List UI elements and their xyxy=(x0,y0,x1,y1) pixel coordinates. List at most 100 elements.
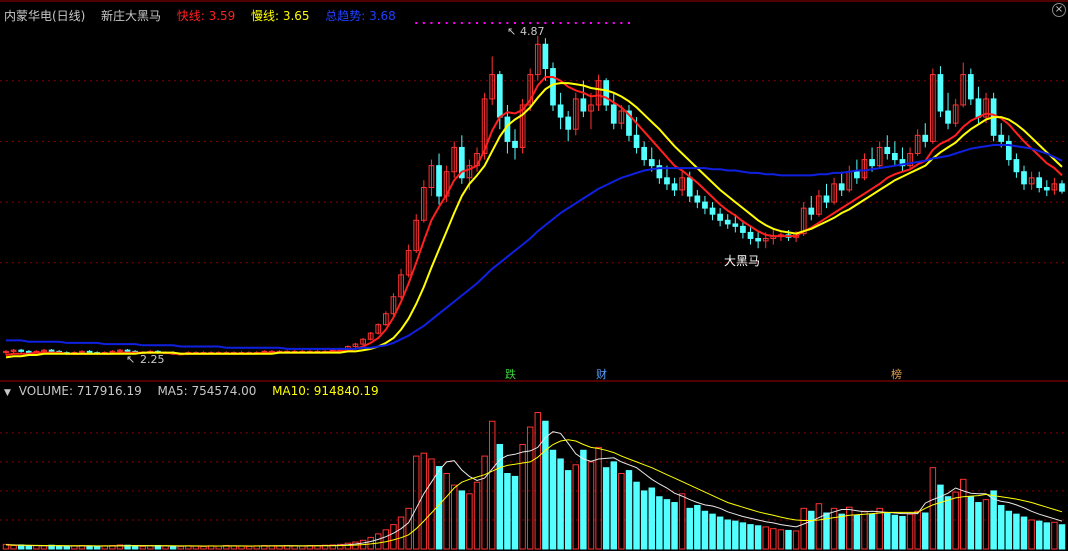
candle-down xyxy=(975,98,982,118)
volume-bar-down xyxy=(610,461,618,550)
candle-down xyxy=(671,183,678,191)
candle-down xyxy=(884,146,891,155)
volume-bar-down xyxy=(884,512,891,550)
volume-bar-down xyxy=(671,502,678,550)
volume-bar-down xyxy=(1035,520,1043,550)
candle-down xyxy=(747,231,754,239)
tag-cai[interactable]: 财 xyxy=(596,367,607,381)
volume-bar-down xyxy=(1013,513,1020,550)
signal-dot xyxy=(551,22,554,24)
candle-down xyxy=(1036,177,1043,189)
volume-bar-down xyxy=(853,514,861,550)
candle-down xyxy=(512,140,518,148)
indicator-name[interactable]: 新庄大黑马 xyxy=(101,9,161,23)
volume-bar-down xyxy=(55,545,63,550)
volume-bar-up xyxy=(914,510,921,550)
candlestick-series xyxy=(3,35,1065,356)
signal-dot xyxy=(483,22,486,24)
signal-dot xyxy=(620,22,623,24)
volume-bar-up xyxy=(800,507,807,550)
candle-down xyxy=(732,223,739,227)
volume-bar-down xyxy=(131,545,139,550)
volume-bar-up xyxy=(443,473,450,550)
volume-bar-down xyxy=(640,490,648,550)
volume-bar-down xyxy=(785,529,792,550)
candle-down xyxy=(702,201,708,209)
volume-bar-up xyxy=(382,529,390,550)
volume-bar-down xyxy=(63,545,71,550)
candle-down xyxy=(648,159,655,167)
candle-down xyxy=(808,207,815,215)
tag-die[interactable]: 跌 xyxy=(505,367,516,381)
volume-bar-down xyxy=(724,519,731,550)
volume-bar-down xyxy=(709,513,716,550)
stock-title[interactable]: 内蒙华电(日线) xyxy=(4,9,85,23)
signal-dot xyxy=(567,22,570,24)
volume-bar-down xyxy=(686,507,693,550)
candle-down xyxy=(892,153,898,161)
volume-bar-down xyxy=(1005,510,1013,550)
volume-bar-down xyxy=(975,502,982,550)
candle-down xyxy=(1021,171,1027,185)
volume-bar-down xyxy=(922,512,929,550)
volume-bar-up xyxy=(526,426,534,550)
signal-dot xyxy=(589,22,592,24)
volume-bar-up xyxy=(245,545,253,550)
trend-label: 总趋势: xyxy=(325,9,366,23)
signal-dot xyxy=(445,22,448,24)
signal-dot xyxy=(430,22,433,24)
close-icon[interactable]: × xyxy=(1052,3,1066,17)
volume-bar-down xyxy=(1058,524,1066,550)
signal-dot xyxy=(460,22,463,24)
indicator-line-2 xyxy=(5,82,1063,359)
volume-bar-up xyxy=(861,510,868,550)
ma10-label: MA10: xyxy=(272,384,310,398)
signal-dot xyxy=(415,22,418,24)
volume-bar-down xyxy=(694,504,701,550)
volume-bar-up xyxy=(770,528,777,550)
collapse-triangle-icon[interactable]: ▼ xyxy=(4,388,11,398)
candle-down xyxy=(550,68,556,106)
volume-bar-down xyxy=(549,449,557,550)
volume-bar-down xyxy=(701,510,709,550)
tag-bang[interactable]: 榜 xyxy=(891,367,902,381)
price-annotations: 4.87 ↖ ↖ 2.25 大黑马 跌 财 榜 xyxy=(126,25,902,381)
volume-bar-up xyxy=(215,545,222,550)
fast-value: 3.59 xyxy=(208,9,236,23)
candle-down xyxy=(854,171,860,179)
signal-dot xyxy=(544,22,547,24)
signal-dot xyxy=(559,22,562,24)
volume-bar-down xyxy=(997,504,1005,550)
volume-bar-down xyxy=(937,484,944,550)
volume-bar-up xyxy=(678,493,686,550)
volume-bar-up xyxy=(815,503,823,550)
volume-bar-up xyxy=(595,446,602,550)
volume-bar-down xyxy=(868,513,876,550)
volume-bar-up xyxy=(413,455,420,550)
volume-bar-down xyxy=(656,496,663,550)
signal-dot xyxy=(597,22,600,24)
signal-dot xyxy=(627,22,630,24)
volume-bar-up xyxy=(906,513,914,550)
slow-label: 慢线: xyxy=(250,9,279,23)
ma10-value: 914840.19 xyxy=(313,384,379,398)
candle-down xyxy=(48,349,55,352)
low-price-arrow: ↖ xyxy=(126,353,135,366)
volume-bar-up xyxy=(405,507,412,550)
volume-bar-down xyxy=(899,515,906,550)
volume-bar-up xyxy=(375,533,382,550)
candle-down xyxy=(1059,183,1065,192)
signal-dot xyxy=(468,22,471,24)
candle-down xyxy=(755,237,761,242)
volume-bar-up xyxy=(952,491,959,550)
candle-down xyxy=(610,104,617,124)
volume-bar-down xyxy=(754,525,762,550)
volume-bar-up xyxy=(276,545,283,550)
buy-signal-label: 大黑马 xyxy=(724,254,760,268)
signal-dot xyxy=(574,22,577,24)
volume-bar-down xyxy=(564,470,572,550)
signal-dot xyxy=(521,22,524,24)
candle-down xyxy=(633,134,640,148)
volume-bar-up xyxy=(929,467,937,550)
candle-down xyxy=(869,159,875,167)
